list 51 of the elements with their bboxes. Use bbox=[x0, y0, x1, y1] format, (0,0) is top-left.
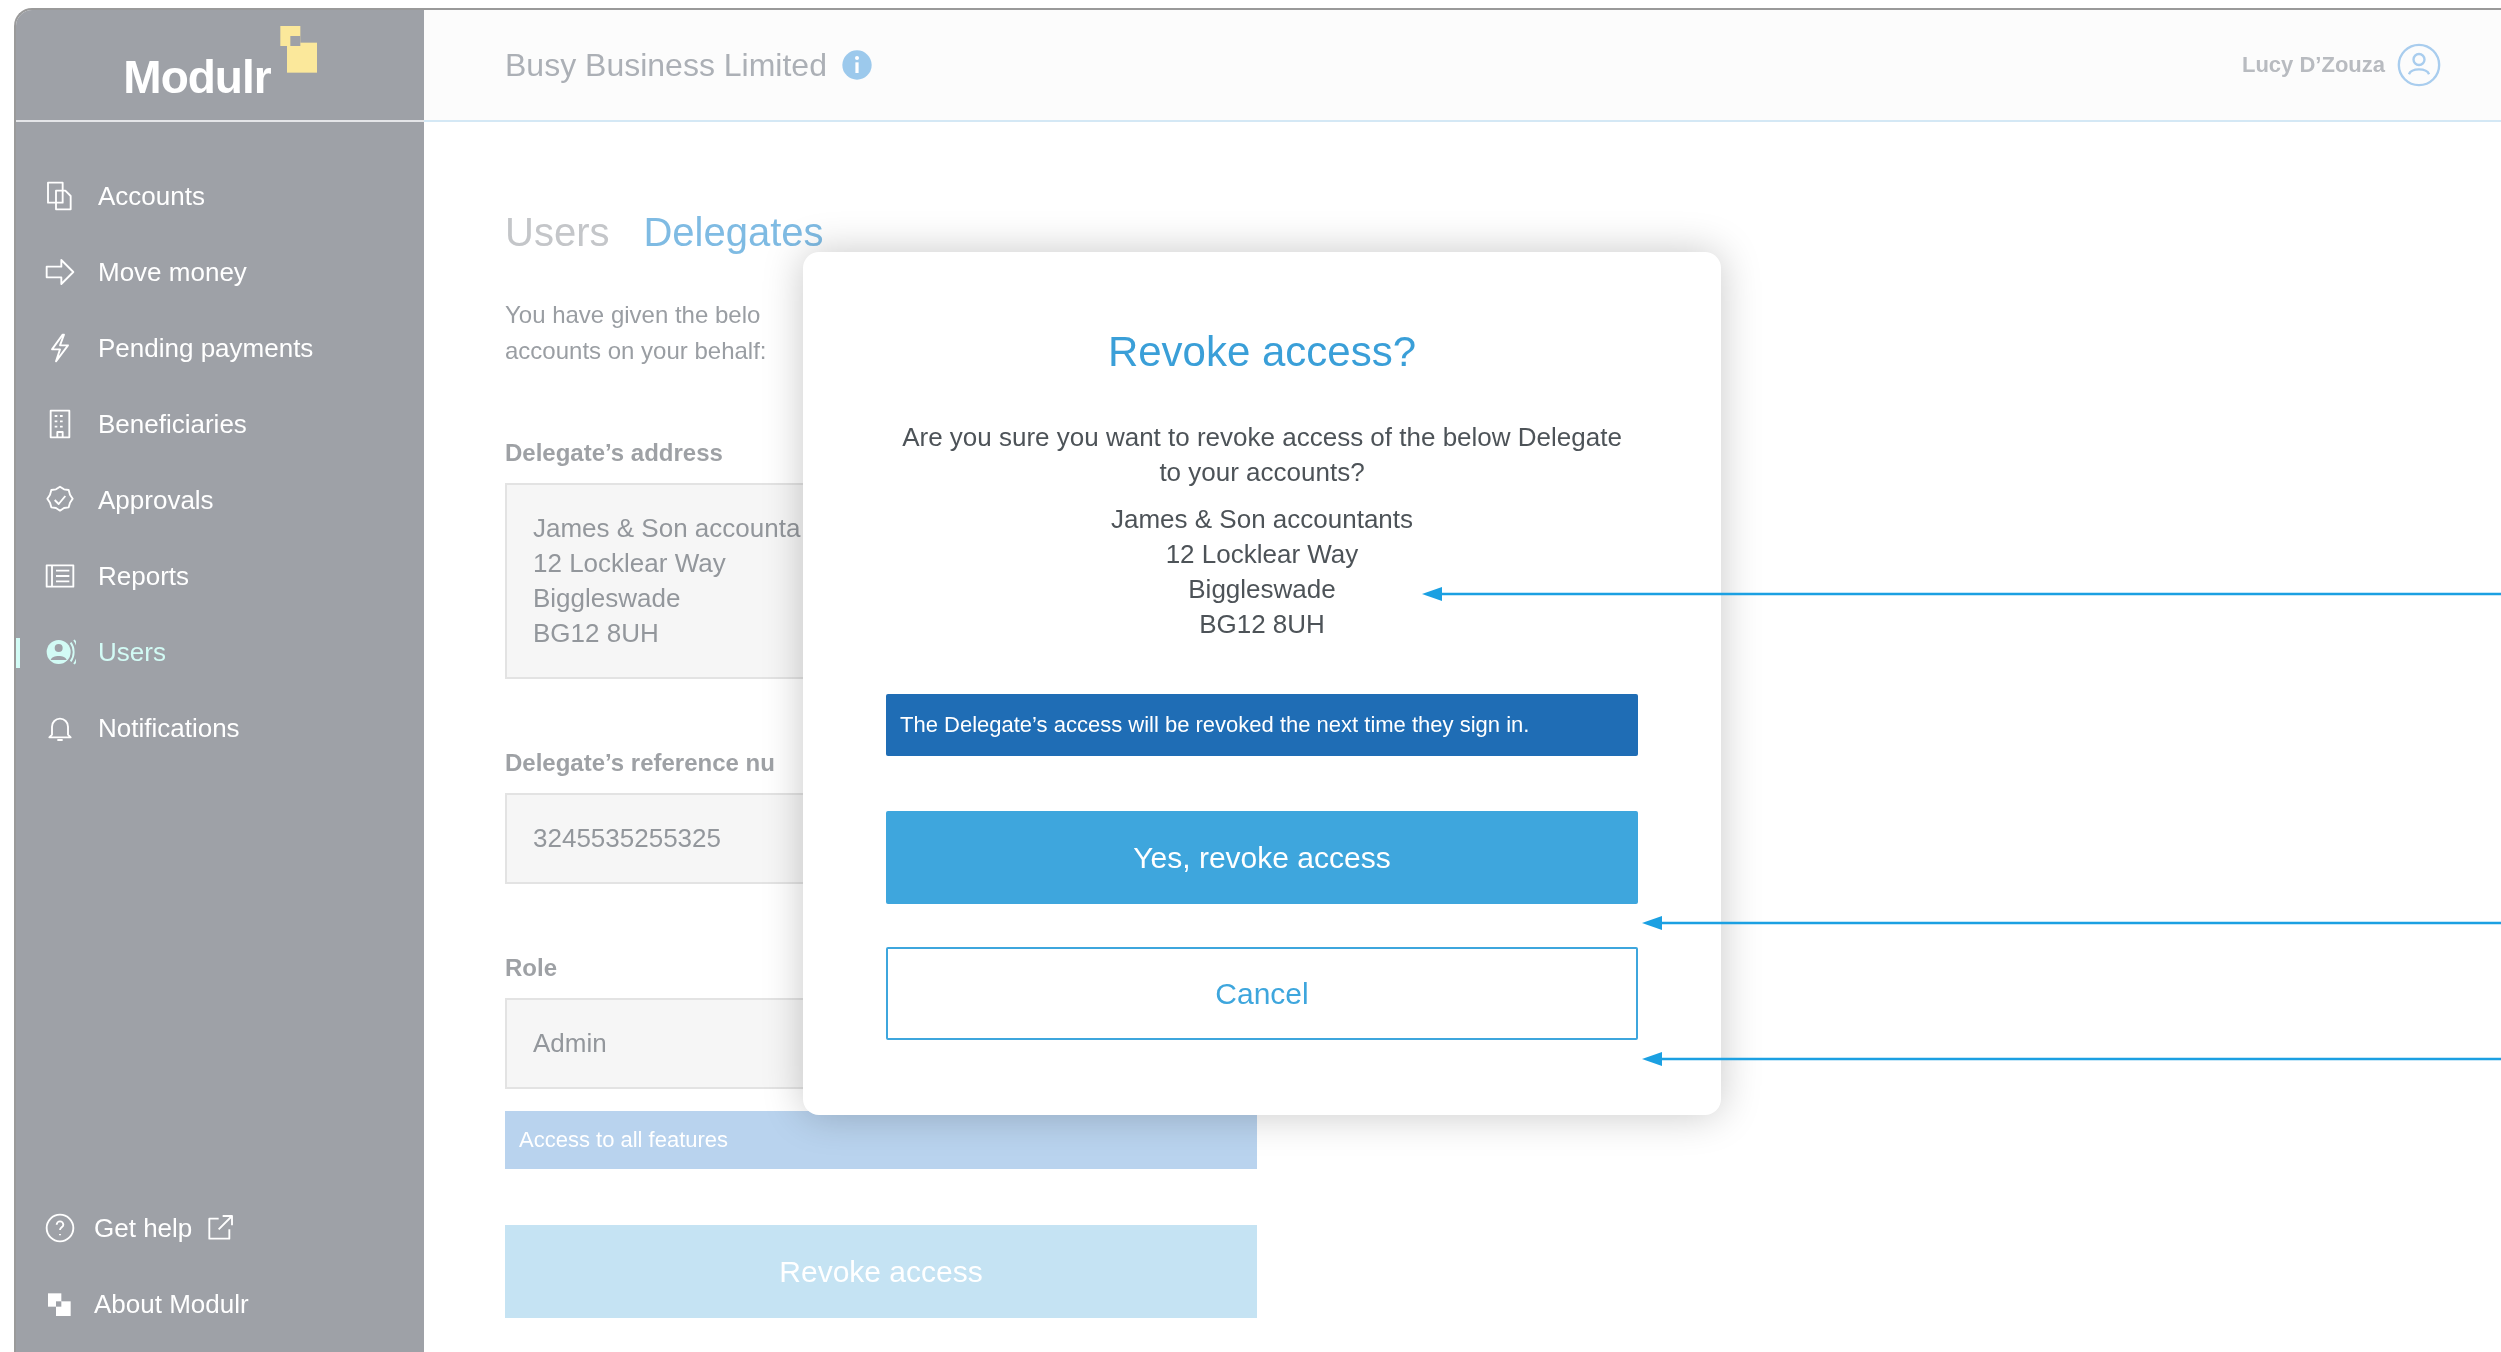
field-value: Biggleswade bbox=[533, 582, 681, 615]
help-icon bbox=[44, 1212, 76, 1244]
field-label: Delegate’s reference nu bbox=[505, 749, 775, 777]
notice-banner: The Delegate’s access will be revoked the next time they sign in. bbox=[886, 694, 1638, 756]
intro-text: You have given the belo bbox=[505, 300, 761, 330]
address-line: 12 Locklear Way bbox=[1164, 538, 1360, 571]
sidebar-item[interactable]: About Modulr bbox=[16, 1266, 424, 1342]
sidebar-item[interactable]: Accounts bbox=[16, 158, 424, 234]
dialog-message: Are you sure you want to revoke access of the below Delegate to your accounts? bbox=[901, 421, 1623, 489]
nav-label: Get help bbox=[94, 1212, 193, 1244]
sidebar-item[interactable]: Users bbox=[16, 614, 424, 690]
nav-label: Accounts bbox=[98, 180, 205, 212]
company-name: Busy Business Limited bbox=[505, 46, 827, 84]
nav-label: Reports bbox=[98, 560, 190, 592]
intro-text: accounts on your behalf: bbox=[505, 336, 767, 366]
address-line: BG12 8UH bbox=[1198, 608, 1326, 641]
info-icon bbox=[840, 49, 873, 81]
nav-label: Users bbox=[98, 636, 166, 668]
modulr-logo: Modulr bbox=[123, 26, 317, 104]
nav-label: Approvals bbox=[98, 484, 214, 516]
cancel-button[interactable]: Cancel bbox=[886, 947, 1638, 1040]
address-line: James & Son accountants bbox=[1109, 503, 1415, 536]
tab[interactable]: Delegates bbox=[643, 210, 824, 255]
field-label: Role bbox=[505, 954, 557, 982]
nav-label: About Modulr bbox=[94, 1288, 249, 1320]
field-value: James & Son accounta bbox=[533, 512, 801, 545]
role-description: Access to all features bbox=[505, 1111, 1257, 1169]
field-value: 3245535255325 bbox=[533, 822, 721, 855]
sidebar-item[interactable]: Approvals bbox=[16, 462, 424, 538]
sidebar-item[interactable]: Pending payments bbox=[16, 310, 424, 386]
field-value: Admin bbox=[533, 1027, 607, 1060]
address-line: Biggleswade bbox=[1187, 573, 1337, 606]
tab[interactable]: Users bbox=[505, 210, 610, 255]
sidebar-item[interactable]: Move money bbox=[16, 234, 424, 310]
confirm-button[interactable]: Yes, revoke access bbox=[886, 811, 1638, 904]
field-value: 12 Locklear Way bbox=[533, 547, 726, 580]
sidebar-item[interactable]: Reports bbox=[16, 538, 424, 614]
user-name[interactable]: Lucy D’Zouza bbox=[2242, 52, 2385, 78]
nav-label: Move money bbox=[98, 256, 247, 288]
nav-label: Beneficiaries bbox=[98, 408, 247, 440]
sidebar-item[interactable]: Beneficiaries bbox=[16, 386, 424, 462]
arrow-right-icon bbox=[44, 256, 76, 288]
sidebar-item[interactable]: Get help bbox=[16, 1190, 424, 1266]
field-label: Delegate’s address bbox=[505, 439, 723, 467]
field-value: BG12 8UH bbox=[533, 617, 659, 650]
nav-label: Notifications bbox=[98, 712, 240, 744]
nav-label: Pending payments bbox=[98, 332, 314, 364]
dialog-title: Revoke access? bbox=[1106, 328, 1418, 376]
revoke-access-button[interactable]: Revoke access bbox=[505, 1225, 1257, 1318]
user-account-icon bbox=[2397, 43, 2441, 87]
sidebar-item[interactable]: Notifications bbox=[16, 690, 424, 766]
